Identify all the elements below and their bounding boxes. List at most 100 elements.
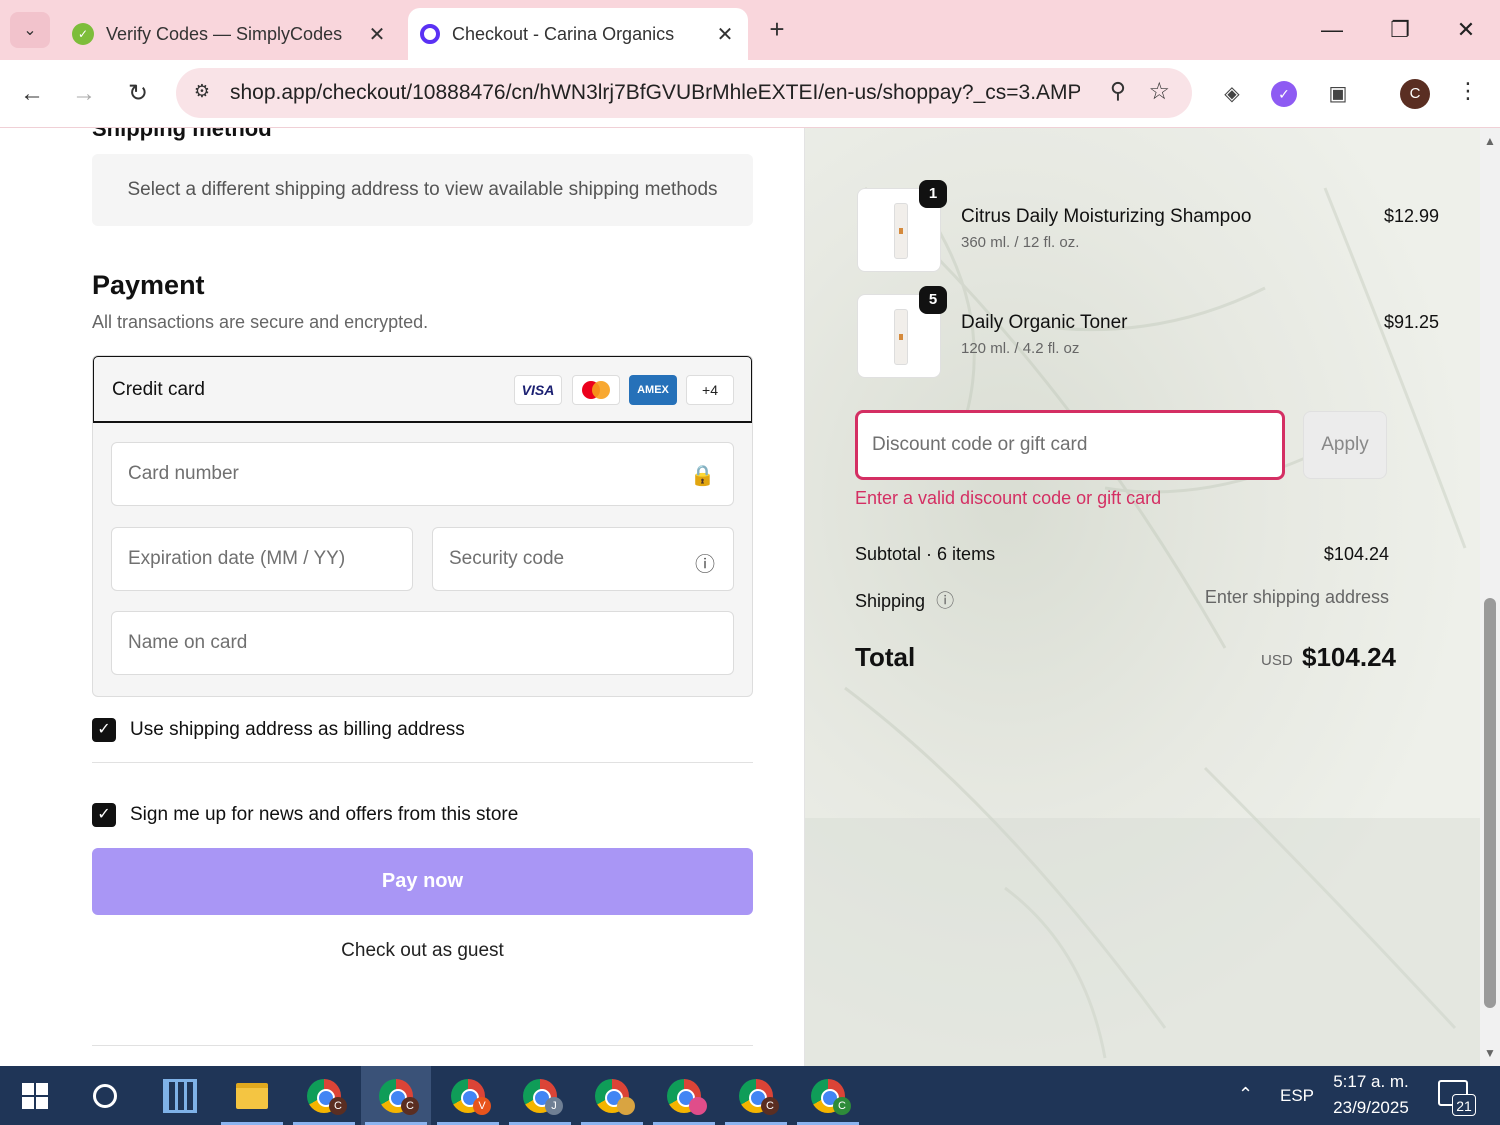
help-circle-icon[interactable]: ⓘ [695, 548, 715, 577]
chrome-window-6[interactable] [649, 1066, 719, 1125]
close-icon[interactable]: ✕ [710, 22, 740, 47]
zoom-icon[interactable]: ⚲ [1110, 78, 1126, 104]
line-item: 1 Citrus Daily Moisturizing Shampoo 360 … [855, 180, 1439, 278]
new-tab-button[interactable]: + [762, 14, 792, 44]
extensions-puzzle-icon[interactable]: ▣ [1322, 78, 1354, 110]
newsletter-checkbox-label: Sign me up for news and offers from this… [130, 804, 519, 825]
amex-icon: AMEX [629, 375, 677, 405]
expiration-date-field[interactable]: Expiration date (MM / YY) [111, 527, 413, 591]
reload-button[interactable]: ↻ [120, 76, 156, 112]
credit-card-panel: Credit card VISA AMEX +4 Card number 🔒 E… [92, 355, 753, 697]
product-variant: 360 ml. / 12 fl. oz. [961, 234, 1080, 251]
menu-icon[interactable]: ⋮ [1455, 78, 1481, 104]
mastercard-icon [572, 375, 620, 405]
billing-checkbox[interactable]: ✓ [92, 718, 116, 742]
tab-checkout[interactable]: Checkout - Carina Organics ✕ [408, 8, 748, 60]
newsletter-checkbox[interactable]: ✓ [92, 803, 116, 827]
simplycodes-favicon-icon: ✓ [72, 23, 94, 45]
credit-card-option[interactable]: Credit card VISA AMEX +4 [93, 356, 752, 423]
profile-avatar-icon [689, 1097, 707, 1115]
close-window-button[interactable]: ✕ [1446, 12, 1486, 48]
discount-code-input[interactable]: Discount code or gift card [855, 410, 1285, 480]
checkout-main: Shipping method Select a different shipp… [0, 128, 805, 1066]
billing-address-checkbox-row[interactable]: ✓ Use shipping address as billing addres… [92, 717, 465, 743]
chrome-window-5[interactable] [577, 1066, 647, 1125]
discount-error-message: Enter a valid discount code or gift card [855, 488, 1162, 508]
name-on-card-placeholder: Name on card [128, 632, 248, 653]
shipping-method-notice: Select a different shipping address to v… [92, 154, 753, 226]
extension-purple-icon[interactable]: ✓ [1271, 81, 1297, 107]
credit-card-label: Credit card [112, 379, 205, 400]
scroll-up-arrow-icon[interactable]: ▲ [1484, 134, 1496, 148]
chevron-down-icon: ⌄ [23, 22, 37, 39]
url-text[interactable]: shop.app/checkout/10888476/cn/hWN3lrj7Bf… [230, 81, 1080, 105]
folder-icon [236, 1082, 268, 1109]
forward-button[interactable]: → [66, 76, 102, 112]
name-on-card-field[interactable]: Name on card [111, 611, 734, 675]
product-variant: 120 ml. / 4.2 fl. oz [961, 340, 1080, 357]
profile-badge: C [761, 1097, 779, 1115]
pay-now-button[interactable]: Pay now [92, 848, 753, 915]
profile-avatar[interactable]: C [1400, 79, 1430, 109]
restore-button[interactable]: ❐ [1380, 12, 1420, 48]
profile-avatar-icon [617, 1097, 635, 1115]
scroll-down-arrow-icon[interactable]: ▼ [1484, 1046, 1496, 1060]
subtotal-label: Subtotal · 6 items [855, 544, 996, 564]
scrollbar-thumb[interactable] [1484, 598, 1496, 1008]
page-scrollbar[interactable]: ▲ ▼ [1480, 128, 1500, 1066]
line-item: 5 Daily Organic Toner 120 ml. / 4.2 fl. … [855, 286, 1439, 384]
more-brands-badge[interactable]: +4 [686, 375, 734, 405]
quantity-badge: 5 [919, 286, 947, 314]
tab-title: Checkout - Carina Organics [452, 23, 675, 44]
input-language[interactable]: ESP [1280, 1086, 1314, 1106]
card-number-field[interactable]: Card number 🔒 [111, 442, 734, 506]
tab-title: Verify Codes — SimplyCodes [106, 23, 343, 44]
bookmark-star-icon[interactable]: ☆ [1148, 77, 1170, 106]
apply-discount-button[interactable]: Apply [1303, 411, 1387, 479]
card-number-placeholder: Card number [128, 463, 239, 484]
clock-time[interactable]: 5:17 a. m. [1326, 1072, 1416, 1092]
back-button[interactable]: ← [14, 76, 50, 112]
shipping-method-heading: Shipping method [92, 128, 272, 141]
tab-search-button[interactable]: ⌄ [10, 12, 50, 48]
start-button[interactable] [0, 1066, 70, 1125]
divider [92, 1045, 753, 1046]
lock-icon: 🔒 [690, 465, 715, 487]
minimize-button[interactable]: — [1312, 12, 1352, 48]
show-hidden-icons-chevron-icon[interactable]: ⌃ [1238, 1084, 1253, 1105]
visa-icon: VISA [514, 375, 562, 405]
chrome-window-2[interactable]: C [361, 1066, 431, 1125]
close-icon[interactable]: ✕ [362, 22, 392, 47]
help-circle-icon[interactable]: ⓘ [936, 591, 954, 611]
windows-taskbar: C C V J C C ⌃ ESP 5:17 a. m. 23/9/2025 2… [0, 1066, 1500, 1125]
chrome-window-8[interactable]: C [793, 1066, 863, 1125]
shipping-value: Enter shipping address [1204, 587, 1389, 607]
total-currency: USD [1261, 652, 1293, 669]
profile-badge: C [329, 1097, 347, 1115]
product-name: Citrus Daily Moisturizing Shampoo [961, 206, 1252, 227]
security-code-field[interactable]: Security code ⓘ [432, 527, 734, 591]
extension-icon[interactable]: ◈ [1216, 78, 1248, 110]
checkout-as-guest-link[interactable]: Check out as guest [92, 940, 753, 962]
notification-count: 21 [1452, 1094, 1476, 1116]
file-explorer-button[interactable] [217, 1066, 287, 1125]
profile-badge: J [545, 1097, 563, 1115]
tab-strip: ⌄ ✓ Verify Codes — SimplyCodes ✕ Checkou… [0, 0, 1500, 60]
site-info-icon[interactable]: ⚙ [190, 81, 214, 105]
chrome-window-1[interactable]: C [289, 1066, 359, 1125]
chrome-window-7[interactable]: C [721, 1066, 791, 1125]
shop-favicon-icon [420, 24, 440, 44]
shipping-row: Shipping ⓘ Enter shipping address [855, 587, 1389, 613]
search-button[interactable] [70, 1066, 140, 1125]
profile-badge: V [473, 1097, 491, 1115]
product-price: $91.25 [1383, 312, 1439, 332]
address-bar[interactable]: ⚙ shop.app/checkout/10888476/cn/hWN3lrj7… [176, 68, 1192, 118]
clock-date[interactable]: 23/9/2025 [1326, 1098, 1416, 1118]
task-view-button[interactable] [145, 1066, 215, 1125]
newsletter-checkbox-row[interactable]: ✓ Sign me up for news and offers from th… [92, 802, 518, 828]
chrome-window-3[interactable]: V [433, 1066, 503, 1125]
product-name: Daily Organic Toner [961, 312, 1128, 333]
payment-subtitle: All transactions are secure and encrypte… [92, 312, 429, 332]
chrome-window-4[interactable]: J [505, 1066, 575, 1125]
tab-simplycodes[interactable]: ✓ Verify Codes — SimplyCodes ✕ [60, 8, 400, 60]
